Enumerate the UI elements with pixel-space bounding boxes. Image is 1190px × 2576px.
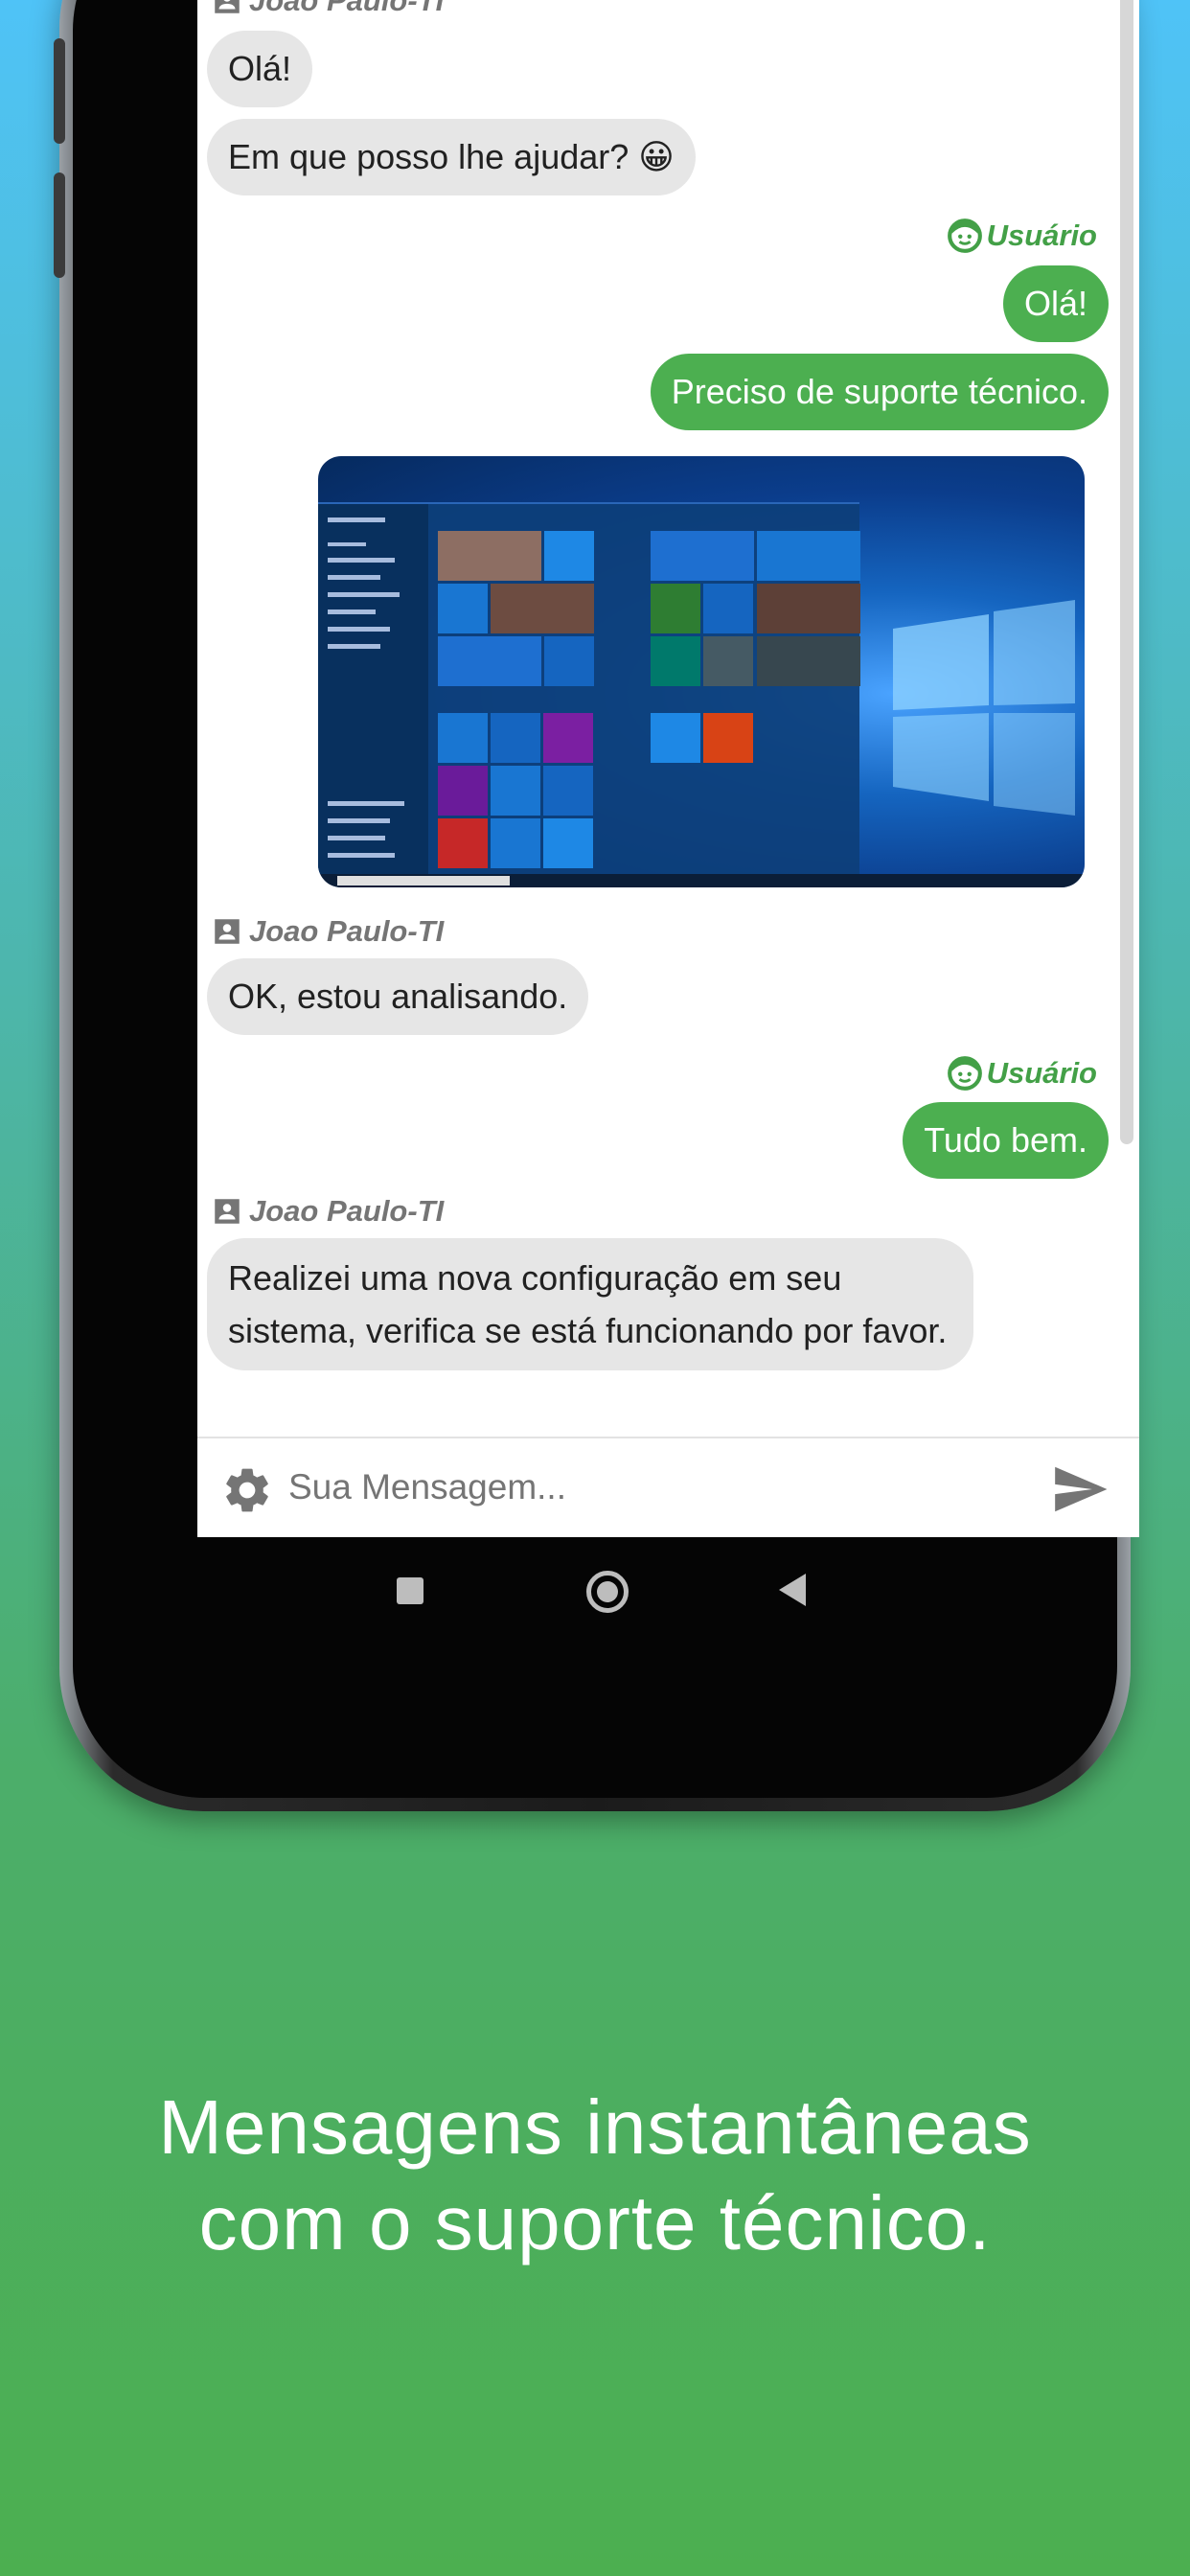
volume-up-button [54, 38, 65, 144]
smiley-face-icon [947, 1056, 982, 1091]
phone-mockup: Joao Paulo-TI Olá! Em que posso lhe ajud… [54, 0, 1139, 1811]
sender-name: Joao Paulo-TI [249, 0, 445, 17]
gear-icon[interactable] [220, 1463, 274, 1517]
sender-name: Joao Paulo-TI [249, 1194, 445, 1228]
outgoing-message[interactable]: Preciso de suporte técnico. [650, 354, 1109, 430]
user-name: Usuário [986, 1056, 1097, 1090]
user-label: Usuário [947, 1054, 1097, 1092]
sender-name: Joao Paulo-TI [249, 914, 445, 948]
caption-line-2: com o suporte técnico. [198, 2180, 992, 2266]
sender-label: Joao Paulo-TI [211, 1192, 444, 1230]
contact-card-icon [215, 1199, 240, 1224]
back-button[interactable] [779, 1574, 806, 1606]
smiley-face-icon [947, 218, 982, 253]
outgoing-message[interactable]: Olá! [1002, 265, 1109, 342]
incoming-message[interactable]: Olá! [207, 31, 313, 107]
sender-label: Joao Paulo-TI [211, 912, 444, 951]
contact-card-icon [215, 919, 240, 944]
caption-line-1: Mensagens instantâneas [158, 2084, 1032, 2170]
contact-card-icon [215, 0, 240, 13]
sender-label: Joao Paulo-TI [211, 0, 444, 20]
incoming-message[interactable]: OK, estou analisando. [207, 958, 589, 1035]
volume-down-button [54, 172, 65, 278]
phone-bezel: Joao Paulo-TI Olá! Em que posso lhe ajud… [73, 0, 1139, 1798]
outgoing-message[interactable]: Tudo bem. [903, 1102, 1109, 1179]
send-icon[interactable] [1050, 1460, 1110, 1519]
recents-button[interactable] [397, 1577, 423, 1604]
promo-caption: Mensagens instantâneas com o suporte téc… [0, 2080, 1190, 2271]
app-screen: Joao Paulo-TI Olá! Em que posso lhe ajud… [197, 0, 1139, 1537]
incoming-message[interactable]: Realizei uma nova configuração em seu si… [207, 1238, 973, 1370]
home-button[interactable] [586, 1571, 629, 1613]
user-name: Usuário [986, 218, 1097, 252]
incoming-message[interactable]: Em que posso lhe ajudar? 😀 [207, 119, 696, 196]
chat-message-list[interactable]: Joao Paulo-TI Olá! Em que posso lhe ajud… [197, 0, 1139, 1432]
user-label: Usuário [947, 217, 1097, 255]
message-input-bar: Sua Mensagem... [197, 1437, 1139, 1537]
windows-desktop-screenshot[interactable] [318, 456, 1085, 887]
message-input[interactable]: Sua Mensagem... [288, 1467, 566, 1507]
